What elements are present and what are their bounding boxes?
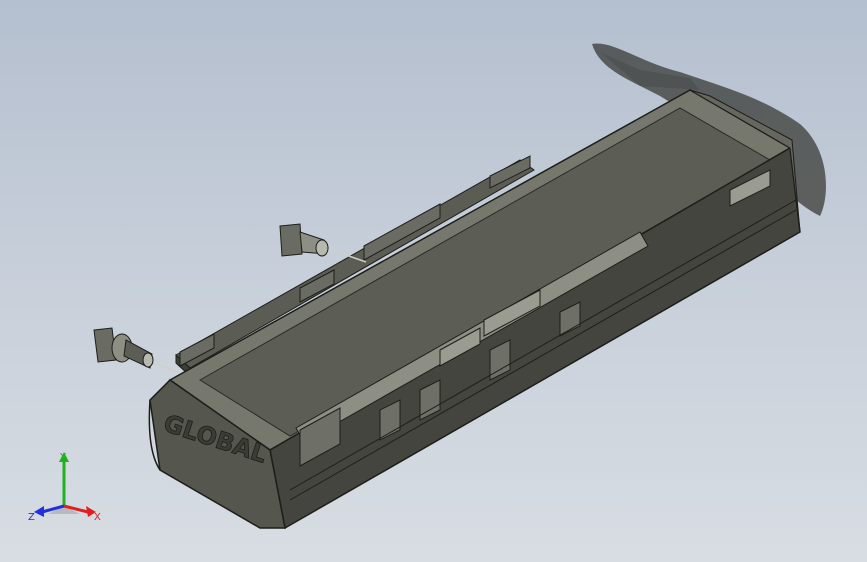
y-axis-label: Y: [59, 452, 67, 463]
graphics-viewport[interactable]: GLOBAL Y X Z: [0, 0, 867, 562]
coordinate-triad[interactable]: Y X Z: [24, 446, 104, 526]
z-axis-label: Z: [28, 512, 35, 523]
x-axis-label: X: [94, 512, 101, 523]
connector-lower[interactable]: [93, 327, 179, 373]
z-arrow-icon: [34, 506, 44, 517]
linear-actuator-model[interactable]: GLOBAL: [0, 0, 867, 562]
